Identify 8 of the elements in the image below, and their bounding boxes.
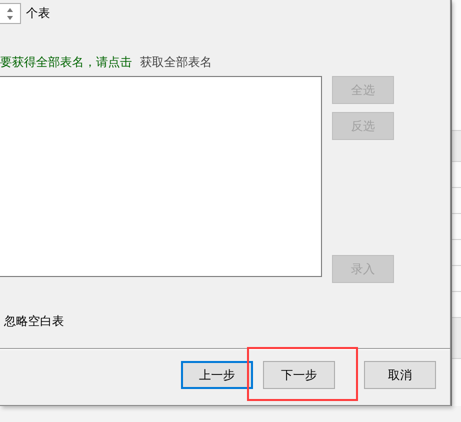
footer-button[interactable]: 上一步 — [181, 361, 253, 389]
footer-button[interactable]: 下一步 — [263, 361, 335, 389]
spinner-arrows-icon[interactable] — [0, 3, 21, 24]
unit-label: 个表 — [26, 5, 50, 22]
hint-text: 要获得全部表名，请点击 — [0, 54, 132, 71]
option-label[interactable]: 忽略空白表 — [4, 313, 450, 330]
footer-button[interactable]: 取消 — [364, 361, 436, 389]
get-all-names-link[interactable]: 获取全部表名 — [140, 54, 212, 71]
